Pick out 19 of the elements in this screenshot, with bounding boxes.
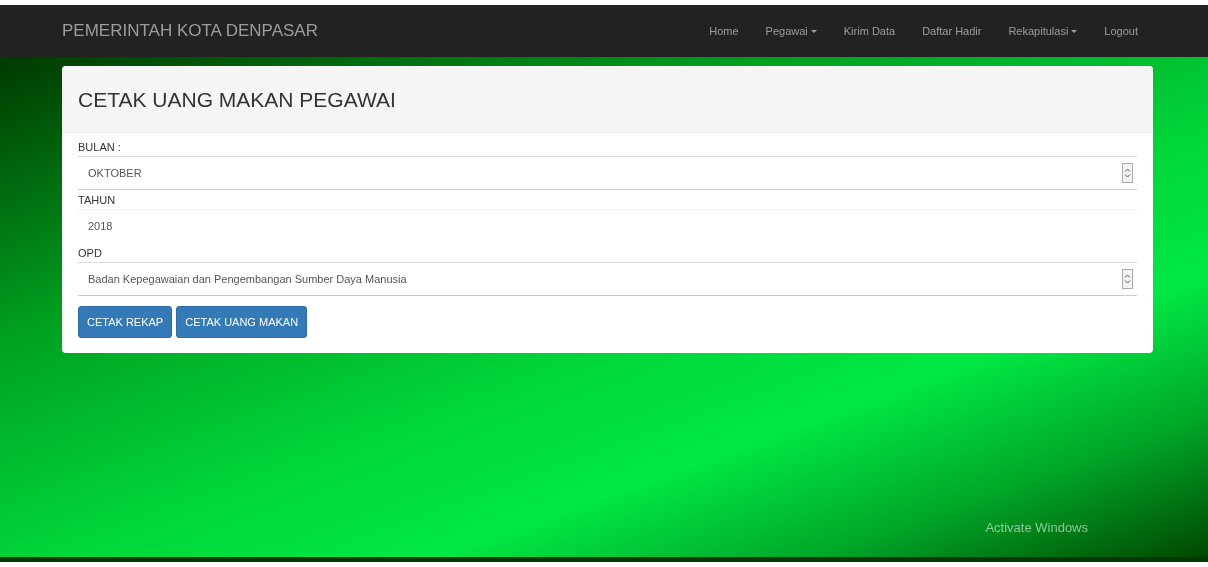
select-field[interactable]: OKTOBER <box>78 156 1137 190</box>
nav-link[interactable]: Pegawai <box>765 25 817 37</box>
nav-link[interactable]: Rekapitulasi <box>1008 25 1078 37</box>
field-label: TAHUN <box>78 194 117 206</box>
input-field[interactable]: 2018 <box>78 209 1137 243</box>
panel-title: CETAK UANG MAKAN PEGAWAI <box>78 88 397 112</box>
nav-link[interactable]: Home <box>709 25 739 37</box>
field-label: BULAN : <box>78 141 122 153</box>
print-button[interactable]: CETAK UANG MAKAN <box>176 306 308 338</box>
nav-link[interactable]: Logout <box>1104 25 1138 37</box>
caret-icon <box>1071 29 1078 33</box>
print-button[interactable]: CETAK REKAP <box>78 306 173 338</box>
brand-title[interactable]: PEMERINTAH KOTA DENPASAR <box>62 21 318 41</box>
select-field[interactable]: Badan Kepegawaian dan Pengembangan Sumber Daya Manusia <box>78 262 1137 296</box>
nav-link[interactable]: Kirim Data <box>843 25 896 37</box>
activation-notice: Activate Windows <box>985 520 1088 535</box>
nav-link[interactable]: Daftar Hadir <box>922 25 982 37</box>
field-label: OPD <box>78 247 103 259</box>
caret-icon <box>810 29 817 33</box>
